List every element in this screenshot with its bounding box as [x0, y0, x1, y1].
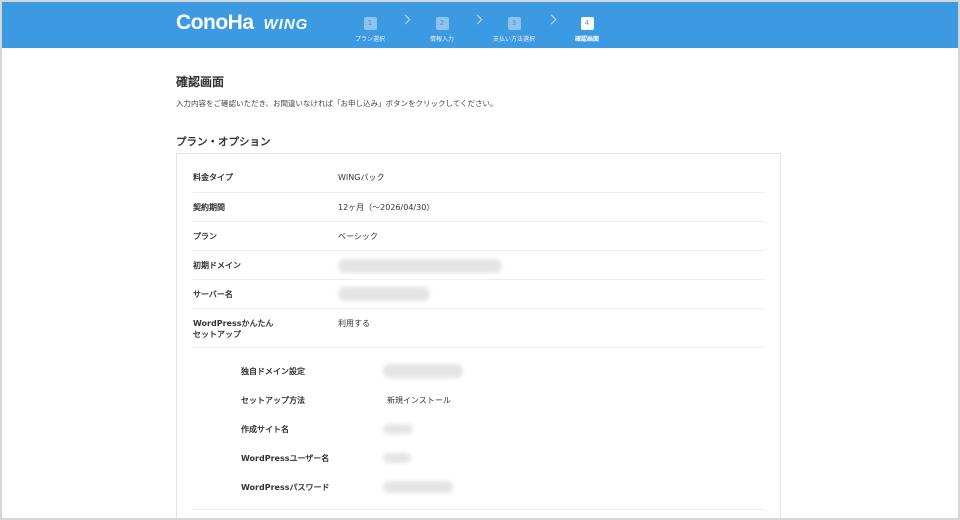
row-value: 12ヶ月（〜2026/04/30）: [338, 203, 435, 212]
header-bar: ConoHa WING 1 プラン選択 2 情報入力 3 支払い方法選択 4 確…: [0, 0, 960, 48]
redacted-value: [338, 259, 502, 273]
sub-row-label: 独自ドメイン設定: [241, 367, 305, 376]
row-label: プラン: [193, 232, 217, 241]
row-plan: プラン ベーシック: [193, 222, 765, 251]
progress-steps: 1 プラン選択 2 情報入力 3 支払い方法選択 4 確認画面: [330, 10, 630, 43]
sub-row-label: 作成サイト名: [241, 425, 289, 434]
row-label: 料金タイプ: [193, 173, 233, 182]
divider: [193, 509, 765, 510]
logo-mark: ConoHa: [176, 11, 254, 34]
redacted-value: [383, 453, 411, 463]
step-label: 支払い方法選択: [492, 36, 535, 43]
step-3: 3 支払い方法選択: [474, 10, 554, 43]
row-label-line2: セットアップ: [193, 330, 241, 339]
step-number: 3: [507, 17, 521, 30]
row-label: 契約期間: [193, 203, 225, 212]
row-label: サーバー名: [193, 290, 233, 299]
redacted-value: [383, 364, 463, 378]
redacted-value: [338, 287, 430, 301]
page-description: 入力内容をご確認いただき、お間違いなければ「お申し込み」ボタンをクリックしてくだ…: [176, 99, 498, 108]
step-2: 2 情報入力: [402, 10, 482, 43]
step-number: 1: [363, 17, 377, 30]
sub-row-label: セットアップ方法: [241, 396, 305, 405]
step-4: 4 確認画面: [547, 10, 627, 43]
row-price-type: 料金タイプ WINGパック: [193, 162, 765, 193]
step-label: 確認画面: [574, 36, 599, 43]
plan-options-panel: 料金タイプ WINGパック 契約期間 12ヶ月（〜2026/04/30） プラン…: [176, 153, 781, 520]
step-number: 4: [580, 17, 594, 30]
redacted-value: [383, 481, 453, 493]
redacted-value: [383, 424, 413, 434]
step-label: 情報入力: [429, 36, 454, 43]
row-label: 初期ドメイン: [193, 261, 241, 270]
row-label-line1: WordPressかんたん: [193, 319, 274, 328]
step-1: 1 プラン選択: [330, 10, 410, 43]
sub-row-value: 新規インストール: [387, 396, 451, 405]
page-title: 確認画面: [176, 75, 225, 89]
row-initial-domain: 初期ドメイン: [193, 251, 765, 280]
conoha-wing-logo[interactable]: ConoHa WING: [176, 11, 308, 35]
row-contract-period: 契約期間 12ヶ月（〜2026/04/30）: [193, 193, 765, 222]
row-wordpress-setup: WordPressかんたん セットアップ 利用する: [193, 309, 765, 348]
logo-wing-text: WING: [263, 16, 309, 33]
row-server-name: サーバー名: [193, 280, 765, 309]
sub-row-label: WordPressユーザー名: [241, 454, 330, 463]
section-title: プラン・オプション: [176, 136, 271, 148]
sub-row-label: WordPressパスワード: [241, 483, 330, 492]
step-number: 2: [435, 17, 449, 30]
row-value: WINGパック: [338, 173, 385, 182]
row-value: 利用する: [338, 319, 370, 328]
step-label: プラン選択: [354, 36, 385, 43]
row-value: ベーシック: [338, 232, 378, 241]
